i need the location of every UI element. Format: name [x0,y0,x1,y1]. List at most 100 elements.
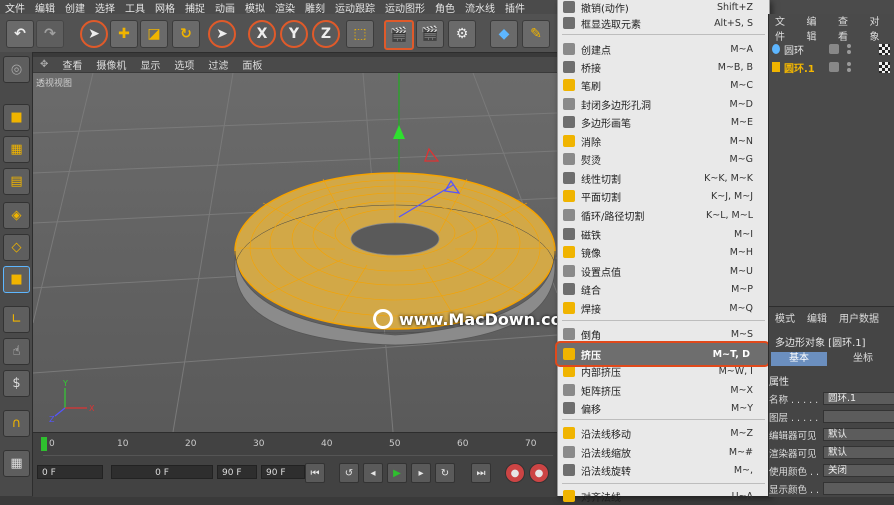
point-mode-icon[interactable]: ◈ [3,202,30,229]
menu-item[interactable]: 平面切割K~J, M~J [558,187,769,205]
menubar-item[interactable]: 雕刻 [300,0,330,15]
render-dot[interactable] [847,68,851,72]
menu-item[interactable]: 桥接M~B, B [558,58,769,76]
menubar-item[interactable]: 运动跟踪 [330,0,380,15]
cube-icon[interactable]: ◆ [490,20,518,48]
menu-item[interactable]: 框显选取元素Alt+S, S [558,14,769,32]
layer-checkbox[interactable] [829,62,839,72]
workplane-mode-icon[interactable]: ▤ [3,168,30,195]
viewport-menu-item[interactable]: 显示 [133,57,167,72]
layer-checkbox[interactable] [829,44,839,54]
magnet-icon[interactable]: ∩ [3,410,30,437]
menu-item[interactable]: 偏移M~Y [558,399,769,417]
playhead-marker[interactable] [41,437,47,451]
attribute-value-field[interactable]: 圆环.1 [823,392,894,405]
prev-key-button[interactable]: ↺ [339,463,359,483]
y-axis-lock-button[interactable]: Y [280,20,308,48]
model-mode-icon[interactable]: ■ [3,104,30,131]
object-menu-item[interactable]: 查看 [832,13,864,43]
menu-item[interactable]: 封闭多边形孔洞M~D [558,95,769,113]
lock-workplane-icon[interactable]: ▦ [3,450,30,477]
menubar-item[interactable]: 角色 [430,0,460,15]
snap-icon[interactable]: $ [3,370,30,397]
menu-item[interactable]: 矩阵挤压M~X [558,381,769,399]
viewport-menu-item[interactable]: 摄像机 [89,57,133,72]
move-tool-button[interactable]: ✚ [110,20,138,48]
viewport-nav-icon[interactable]: ✥ [33,59,55,70]
attribute-menu-item[interactable]: 编辑 [801,310,833,325]
render-view-button[interactable]: 🎬 [384,20,414,50]
go-to-start-button[interactable]: ⏮ [305,463,325,483]
pen-tool-button[interactable]: ✎ [522,20,550,48]
tab-basic[interactable]: 基本 [771,352,827,366]
menu-item[interactable]: 沿法线缩放M~# [558,443,769,461]
object-row-torus-1[interactable]: 圆环.1 [769,59,894,75]
attribute-value-field[interactable] [823,482,894,495]
viewport-menu-item[interactable]: 查看 [55,57,89,72]
menu-item[interactable]: 消除M~N [558,132,769,150]
menu-item[interactable]: 设置点值M~U [558,262,769,280]
menubar-item[interactable]: 动画 [210,0,240,15]
attribute-value-field[interactable]: 默认 [823,428,894,441]
object-menu-item[interactable]: 编辑 [801,13,833,43]
viewport-menu-item[interactable]: 面板 [235,57,269,72]
tweak-mode-icon[interactable]: ☝ [3,338,30,365]
scale-tool-button[interactable]: ◪ [140,20,168,48]
menubar-item[interactable]: 模拟 [240,0,270,15]
render-picture-viewer-button[interactable]: 🎬 [416,20,444,48]
menubar-item[interactable]: 插件 [500,0,530,15]
attribute-value-field[interactable]: 默认 [823,446,894,459]
visibility-dot[interactable] [847,44,851,48]
tab-coordinates[interactable]: 坐标 [831,352,894,366]
select-tool-button[interactable]: ➤ [80,20,108,48]
redo-button[interactable]: ↷ [36,20,64,48]
axis-mode-icon[interactable]: ∟ [3,306,30,333]
menubar-item[interactable]: 流水线 [460,0,500,15]
start-frame-field[interactable]: 0 F [37,465,103,479]
timeline-ruler[interactable]: 010203040506070 [43,437,553,456]
prev-frame-button[interactable]: ◂ [363,463,383,483]
menu-item[interactable]: 多边形画笔M~E [558,113,769,131]
viewport-menu-item[interactable]: 过滤 [201,57,235,72]
preview-end-field[interactable]: 90 F [217,465,257,479]
menu-item[interactable]: 笔刷M~C [558,76,769,94]
record-button[interactable]: ● [505,463,525,483]
menu-item[interactable]: 焊接M~Q [558,299,769,317]
menubar-item[interactable]: 网格 [150,0,180,15]
visibility-dot[interactable] [847,62,851,66]
menu-item[interactable]: 创建点M~A [558,40,769,58]
menubar-item[interactable]: 渲染 [270,0,300,15]
play-button[interactable]: ▶ [387,463,407,483]
next-frame-button[interactable]: ▸ [411,463,431,483]
attribute-menu-item[interactable]: 用户数据 [833,310,885,325]
polygon-mode-icon[interactable]: ■ [3,266,30,293]
menubar-item[interactable]: 文件 [0,0,30,15]
next-key-button[interactable]: ↻ [435,463,455,483]
live-selection-button[interactable]: ➤ [208,20,236,48]
menu-item[interactable]: 磁铁M~I [558,225,769,243]
perspective-viewport[interactable]: 透视视图 [33,73,557,432]
z-axis-lock-button[interactable]: Z [312,20,340,48]
attribute-value-field[interactable] [823,410,894,423]
menubar-item[interactable]: 工具 [120,0,150,15]
end-frame-field[interactable]: 90 F [261,465,305,479]
viewport-menu-item[interactable]: 选项 [167,57,201,72]
menu-item[interactable]: 熨烫M~G [558,150,769,168]
current-frame-field[interactable]: 0 F [111,465,213,479]
menu-item[interactable]: 镜像M~H [558,243,769,261]
object-row-torus[interactable]: 圆环 [769,41,894,57]
x-axis-lock-button[interactable]: X [248,20,276,48]
menu-item[interactable]: 缝合M~P [558,280,769,298]
menubar-item[interactable]: 编辑 [30,0,60,15]
object-menu-item[interactable]: 文件 [769,13,801,43]
object-menu-item[interactable]: 对象 [864,13,894,43]
menu-item-extrude-highlighted[interactable]: 挤压 M~T, D [555,341,770,367]
menu-item[interactable]: 沿法线旋转M~, [558,461,769,479]
attribute-menu-item[interactable]: 模式 [769,310,801,325]
menubar-item[interactable]: 运动图形 [380,0,430,15]
menu-item[interactable]: 循环/路径切割K~L, M~L [558,206,769,224]
texture-mode-icon[interactable]: ▦ [3,136,30,163]
coordinate-system-button[interactable]: ⬚ [346,20,374,48]
texture-tag-icon[interactable] [879,44,890,55]
autokey-button[interactable]: ● [529,463,549,483]
